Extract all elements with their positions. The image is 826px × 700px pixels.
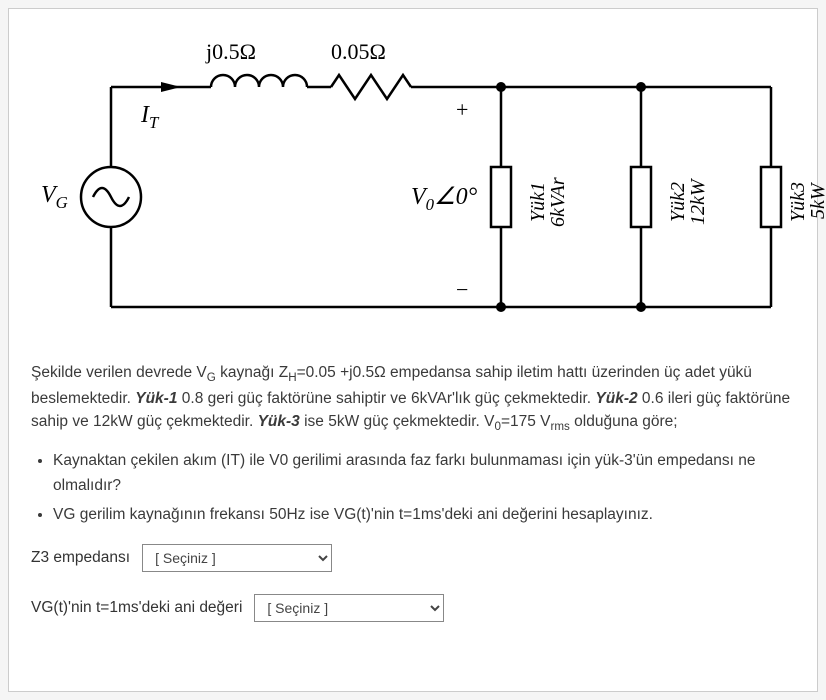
inductor-label: j0.5Ω [206, 39, 256, 65]
q2-select[interactable]: [ Seçiniz ] [254, 594, 444, 622]
resistor-label: 0.05Ω [331, 39, 386, 65]
load2-power: 12kW [687, 179, 710, 225]
answer-row-1: Z3 empedansı [ Seçiniz ] [31, 544, 795, 572]
node-voltage-label: V0∠0° [411, 182, 477, 215]
problem-statement: Şekilde verilen devrede VG kaynağı ZH=0.… [31, 361, 795, 435]
load1-power: 6kVAr [547, 177, 570, 227]
minus-sign: − [456, 277, 468, 303]
plus-sign: + [456, 97, 468, 123]
source-label: VG [41, 182, 68, 213]
bullet-2: VG gerilim kaynağının frekansı 50Hz ise … [53, 503, 795, 528]
q1-select[interactable]: [ Seçiniz ] [142, 544, 332, 572]
load3-power: 5kW [807, 183, 826, 219]
question-container: j0.5Ω 0.05Ω IT VG + V0∠0° − Yük1 6kVAr Y… [8, 8, 818, 692]
question-bullets: Kaynaktan çekilen akım (IT) ile V0 geril… [53, 449, 795, 527]
current-label: IT [141, 102, 158, 133]
q2-label: VG(t)'nin t=1ms'deki ani değeri [31, 599, 242, 617]
circuit-diagram: j0.5Ω 0.05Ω IT VG + V0∠0° − Yük1 6kVAr Y… [31, 27, 791, 347]
q1-label: Z3 empedansı [31, 549, 130, 567]
answer-row-2: VG(t)'nin t=1ms'deki ani değeri [ Seçini… [31, 594, 795, 622]
bullet-1: Kaynaktan çekilen akım (IT) ile V0 geril… [53, 449, 795, 499]
